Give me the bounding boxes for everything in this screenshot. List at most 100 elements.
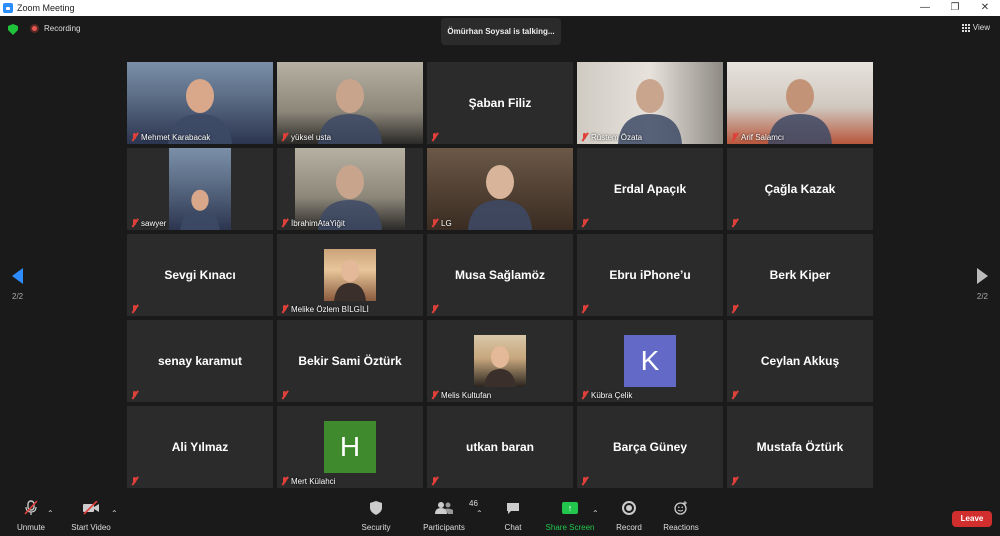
page-indicator-left: 2/2 <box>12 292 24 301</box>
participant-tile[interactable]: senay karamut <box>127 320 273 402</box>
security-label: Security <box>361 523 391 532</box>
leave-button[interactable]: Leave <box>952 511 992 527</box>
next-page-arrow-icon[interactable] <box>977 268 988 284</box>
participant-display-name: Ceylan Akkuş <box>760 354 840 368</box>
share-options-caret-icon[interactable]: ⌃ <box>592 509 599 518</box>
page-indicator-right: 2/2 <box>976 292 988 301</box>
close-button[interactable]: ✕ <box>970 0 1000 16</box>
participant-tile[interactable]: Barça Güney <box>577 406 723 488</box>
muted-mic-icon <box>731 477 738 485</box>
participant-name-label: Mehmet Karabacak <box>141 133 211 142</box>
muted-mic-icon <box>131 133 138 141</box>
participant-tile[interactable]: Ali Yılmaz <box>127 406 273 488</box>
participant-tile[interactable]: sawyer <box>127 148 273 230</box>
person-silhouette-icon <box>618 79 682 144</box>
participant-display-name: Barça Güney <box>612 440 688 454</box>
person-photo-icon <box>484 346 516 387</box>
muted-mic-icon <box>581 305 588 313</box>
chat-bubble-icon <box>507 502 519 514</box>
participant-name-label: İbrahimAtaYiğit <box>291 219 345 228</box>
avatar: H <box>324 421 376 473</box>
participant-name-label: yüksel usta <box>291 133 332 142</box>
participant-tile[interactable]: Mehmet Karabacak <box>127 62 273 144</box>
chat-button[interactable]: Chat <box>500 497 526 536</box>
muted-mic-icon <box>281 305 288 313</box>
participant-video <box>277 62 423 144</box>
participants-icon <box>435 502 453 514</box>
maximize-button[interactable]: ❐ <box>940 0 970 16</box>
participant-gallery: Mehmet Karabacak yüksel usta Şaban Filiz Rü… <box>127 62 873 489</box>
participant-tile[interactable]: Arif Salamcı <box>727 62 873 144</box>
person-photo-icon <box>334 260 366 301</box>
participant-display-name: Şaban Filiz <box>468 96 532 110</box>
participant-display-name: utkan baran <box>465 440 534 454</box>
muted-mic-icon <box>731 305 738 313</box>
participant-tile[interactable]: yüksel usta <box>277 62 423 144</box>
participants-label: Participants <box>423 523 465 532</box>
participant-display-name: Bekir Sami Öztürk <box>298 354 402 368</box>
prev-page-arrow-icon[interactable] <box>12 268 23 284</box>
share-screen-button[interactable]: ↑ Share Screen <box>546 497 594 536</box>
unmute-button[interactable]: Unmute <box>14 497 48 536</box>
audio-options-caret-icon[interactable]: ⌃ <box>47 509 54 518</box>
participant-video <box>295 148 405 230</box>
profile-photo <box>474 335 526 387</box>
participant-tile[interactable]: Berk Kiper <box>727 234 873 316</box>
muted-mic-icon <box>131 305 138 313</box>
muted-mic-icon <box>431 133 438 141</box>
participant-tile[interactable]: Çağla Kazak <box>727 148 873 230</box>
encryption-shield-icon[interactable] <box>8 24 18 35</box>
participant-display-name: Mustafa Öztürk <box>756 440 844 454</box>
reactions-label: Reactions <box>663 523 699 532</box>
participant-video <box>127 62 273 144</box>
participant-tile[interactable]: Şaban Filiz <box>427 62 573 144</box>
reactions-button[interactable]: Reactions <box>662 497 700 536</box>
muted-mic-icon <box>131 477 138 485</box>
participant-tile[interactable]: Bekir Sami Öztürk <box>277 320 423 402</box>
participant-tile[interactable]: İbrahimAtaYiğit <box>277 148 423 230</box>
profile-photo <box>324 249 376 301</box>
security-button[interactable]: Security <box>358 497 394 536</box>
meeting-toolbar: Unmute ⌃ Start Video ⌃ Security 46 Parti… <box>0 497 1000 536</box>
participant-name-label: LG <box>441 219 452 228</box>
record-button[interactable]: Record <box>613 497 645 536</box>
view-button[interactable]: View <box>961 23 990 32</box>
window-controls: — ❐ ✕ <box>910 0 1000 16</box>
participant-name-label: Kübra Çelik <box>591 391 633 400</box>
grid-view-icon <box>961 23 970 32</box>
participant-name-label: Rüstem Özata <box>591 133 643 142</box>
recording-indicator-icon <box>30 24 39 33</box>
participant-display-name: Berk Kiper <box>769 268 831 282</box>
participant-display-name: senay karamut <box>157 354 243 368</box>
participants-button[interactable]: 46 Participants <box>421 497 478 536</box>
avatar: K <box>624 335 676 387</box>
reactions-smiley-icon <box>674 501 687 515</box>
participant-tile[interactable]: Melike Özlem BİLGİLİ <box>277 234 423 316</box>
participant-tile[interactable]: H Mert Külahci <box>277 406 423 488</box>
participant-tile[interactable]: Musa Sağlamöz <box>427 234 573 316</box>
participant-tile[interactable]: Rüstem Özata <box>577 62 723 144</box>
start-video-label: Start Video <box>71 523 111 532</box>
muted-mic-icon <box>431 391 438 399</box>
participant-tile[interactable]: Ebru iPhone’u <box>577 234 723 316</box>
participant-tile[interactable]: LG <box>427 148 573 230</box>
participant-tile[interactable]: K Kübra Çelik <box>577 320 723 402</box>
participant-tile[interactable]: Ceylan Akkuş <box>727 320 873 402</box>
muted-mic-icon <box>431 305 438 313</box>
view-label: View <box>972 23 990 32</box>
minimize-button[interactable]: — <box>910 0 940 16</box>
participant-tile[interactable]: Erdal Apaçık <box>577 148 723 230</box>
active-speaker-banner: Ömürhan Soysal is talking... <box>441 18 561 45</box>
participants-options-caret-icon[interactable]: ⌃ <box>476 509 483 518</box>
participant-tile[interactable]: Mustafa Öztürk <box>727 406 873 488</box>
start-video-button[interactable]: Start Video <box>68 497 114 536</box>
participant-tile[interactable]: Sevgi Kınacı <box>127 234 273 316</box>
participant-tile[interactable]: Melis Kultufan <box>427 320 573 402</box>
video-options-caret-icon[interactable]: ⌃ <box>111 509 118 518</box>
muted-mic-icon <box>731 391 738 399</box>
muted-mic-icon <box>731 219 738 227</box>
participant-tile[interactable]: utkan baran <box>427 406 573 488</box>
participant-video <box>577 62 723 144</box>
muted-mic-icon <box>431 477 438 485</box>
muted-mic-icon <box>281 391 288 399</box>
